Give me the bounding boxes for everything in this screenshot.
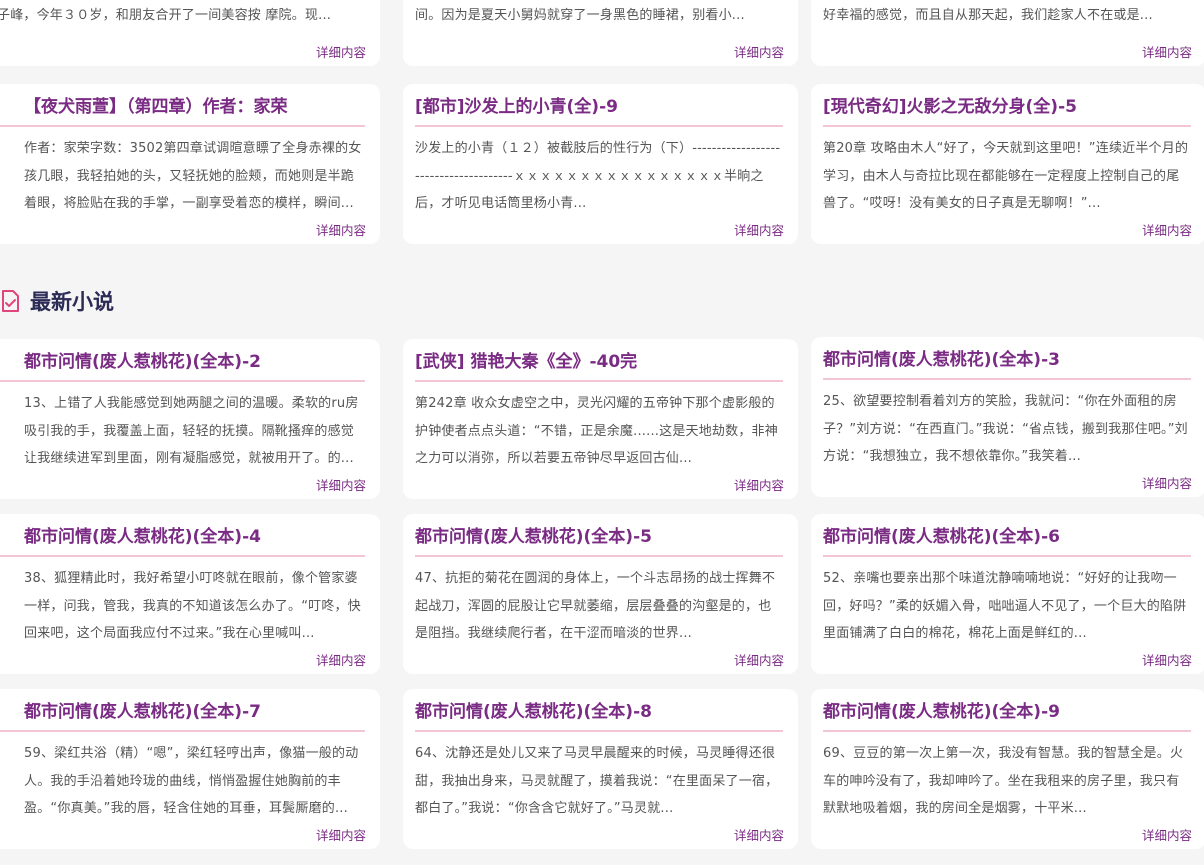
card-title[interactable]: 都市问情(废人惹桃花)(全本)-7: [0, 699, 365, 732]
card-description: 59、梁红共浴（精）“嗯”，梁红轻哼出声，像猫一般的动人。我的手沿着她玲珑的曲线…: [24, 746, 359, 816]
details-link[interactable]: 详细内容: [1142, 42, 1192, 61]
card-description: 25、欲望要控制看着刘方的笑脸，我就问：“你在外面租的房子？”刘方说：“在西直门…: [823, 394, 1188, 464]
card-description: 69、豆豆的第一次上第一次，我没有智慧。我的智慧全是。火车的呻吟没有了，我却呻吟…: [823, 746, 1184, 816]
card-description: 47、抗拒的菊花在圆润的身体上，一个斗志昂扬的战士挥舞不起战刀，浑圆的屁股让它早…: [415, 571, 776, 641]
card-title[interactable]: 【夜犬雨萱】（第四章）作者：家荣: [0, 94, 365, 127]
card-description: 52、亲嘴也要亲出那个味道沈静喃喃地说：“好好的让我吻一回，好吗？”柔的妖媚入骨…: [823, 571, 1187, 641]
card-title[interactable]: 都市问情(废人惹桃花)(全本)-8: [415, 699, 783, 732]
card-description: 64、沈静还是处儿又来了马灵早晨醒来的时候，马灵睡得还很甜，我抽出身来，马灵就醒…: [415, 746, 779, 816]
novel-card[interactable]: 子峰，今年３０岁，和朋友合开了一间美容按 摩院。现... 详细内容: [0, 0, 380, 66]
details-link[interactable]: 详细内容: [1142, 825, 1192, 844]
details-link[interactable]: 详细内容: [316, 475, 366, 494]
novel-card[interactable]: 都市问情(废人惹桃花)(全本)-9 69、豆豆的第一次上第一次，我没有智慧。我的…: [811, 689, 1204, 849]
card-description: 间。因为是夏天小舅妈就穿了一身黑色的睡裙，别看小...: [415, 8, 745, 23]
card-title[interactable]: 都市问情(废人惹桃花)(全本)-3: [823, 347, 1191, 380]
details-link[interactable]: 详细内容: [1142, 220, 1192, 239]
section-header: 最新小说: [0, 284, 114, 318]
details-link[interactable]: 详细内容: [734, 42, 784, 61]
novel-card[interactable]: 【夜犬雨萱】（第四章）作者：家荣 作者：家荣字数：3502第四章试调暄意瞟了全身…: [0, 84, 380, 244]
details-link[interactable]: 详细内容: [734, 475, 784, 494]
details-link[interactable]: 详细内容: [1142, 650, 1192, 669]
card-title[interactable]: [武侠] 猎艳大秦《全》-40完: [415, 349, 783, 382]
novel-card[interactable]: 好幸福的感觉，而且自从那天起，我们趁家人不在或是... 详细内容: [811, 0, 1204, 66]
section-title: 最新小说: [30, 290, 114, 314]
card-description: 子峰，今年３０岁，和朋友合开了一间美容按 摩院。现...: [0, 8, 332, 23]
document-check-icon: [0, 289, 20, 313]
novel-card[interactable]: 都市问情(废人惹桃花)(全本)-3 25、欲望要控制看着刘方的笑脸，我就问：“你…: [811, 337, 1204, 497]
card-description: 好幸福的感觉，而且自从那天起，我们趁家人不在或是...: [823, 8, 1153, 23]
novel-card[interactable]: [都市]沙发上的小青(全)-9 沙发上的小青（１２）被截肢后的性行为（下）---…: [403, 84, 798, 244]
novel-card[interactable]: 间。因为是夏天小舅妈就穿了一身黑色的睡裙，别看小... 详细内容: [403, 0, 798, 66]
card-description: 13、上错了人我能感觉到她两腿之间的温暖。柔软的ru房吸引我的手，我覆盖上面，轻…: [24, 396, 359, 466]
details-link[interactable]: 详细内容: [316, 42, 366, 61]
card-title[interactable]: 都市问情(废人惹桃花)(全本)-9: [823, 699, 1191, 732]
details-link[interactable]: 详细内容: [316, 825, 366, 844]
details-link[interactable]: 详细内容: [316, 220, 366, 239]
novel-card[interactable]: 都市问情(废人惹桃花)(全本)-7 59、梁红共浴（精）“嗯”，梁红轻哼出声，像…: [0, 689, 380, 849]
card-title[interactable]: [現代奇幻]火影之无敌分身(全)-5: [823, 94, 1191, 127]
novel-card[interactable]: [現代奇幻]火影之无敌分身(全)-5 第20章 攻略由木人“好了，今天就到这里吧…: [811, 84, 1204, 244]
card-title[interactable]: 都市问情(废人惹桃花)(全本)-2: [0, 349, 365, 382]
novel-card[interactable]: 都市问情(废人惹桃花)(全本)-6 52、亲嘴也要亲出那个味道沈静喃喃地说：“好…: [811, 514, 1204, 674]
card-description: 第20章 攻略由木人“好了，今天就到这里吧！”连续近半个月的学习，由木人与奇拉比…: [823, 141, 1189, 211]
details-link[interactable]: 详细内容: [734, 220, 784, 239]
details-link[interactable]: 详细内容: [316, 650, 366, 669]
novel-card[interactable]: 都市问情(废人惹桃花)(全本)-8 64、沈静还是处儿又来了马灵早晨醒来的时候，…: [403, 689, 798, 849]
card-title[interactable]: 都市问情(废人惹桃花)(全本)-4: [0, 524, 365, 557]
novel-card[interactable]: 都市问情(废人惹桃花)(全本)-5 47、抗拒的菊花在圆润的身体上，一个斗志昂扬…: [403, 514, 798, 674]
card-title[interactable]: 都市问情(废人惹桃花)(全本)-6: [823, 524, 1191, 557]
card-description: 第242章 收众女虚空之中，灵光闪耀的五帝钟下那个虚影般的护钟使者点点头道：“不…: [415, 396, 778, 466]
details-link[interactable]: 详细内容: [1142, 473, 1192, 492]
details-link[interactable]: 详细内容: [734, 650, 784, 669]
novel-card[interactable]: [武侠] 猎艳大秦《全》-40完 第242章 收众女虚空之中，灵光闪耀的五帝钟下…: [403, 339, 798, 499]
card-title[interactable]: 都市问情(废人惹桃花)(全本)-5: [415, 524, 783, 557]
novel-card[interactable]: 都市问情(废人惹桃花)(全本)-4 38、狐狸精此时，我好希望小叮咚就在眼前，像…: [0, 514, 380, 674]
novel-card[interactable]: 都市问情(废人惹桃花)(全本)-2 13、上错了人我能感觉到她两腿之间的温暖。柔…: [0, 339, 380, 499]
card-title[interactable]: [都市]沙发上的小青(全)-9: [415, 94, 783, 127]
card-description: 作者：家荣字数：3502第四章试调暄意瞟了全身赤裸的女孩几眼，我轻拍她的头，又轻…: [24, 141, 362, 211]
details-link[interactable]: 详细内容: [734, 825, 784, 844]
card-description: 38、狐狸精此时，我好希望小叮咚就在眼前，像个管家婆一样，问我，管我，我真的不知…: [24, 571, 361, 641]
card-description: 沙发上的小青（１２）被截肢后的性行为（下）-------------------…: [415, 141, 781, 211]
